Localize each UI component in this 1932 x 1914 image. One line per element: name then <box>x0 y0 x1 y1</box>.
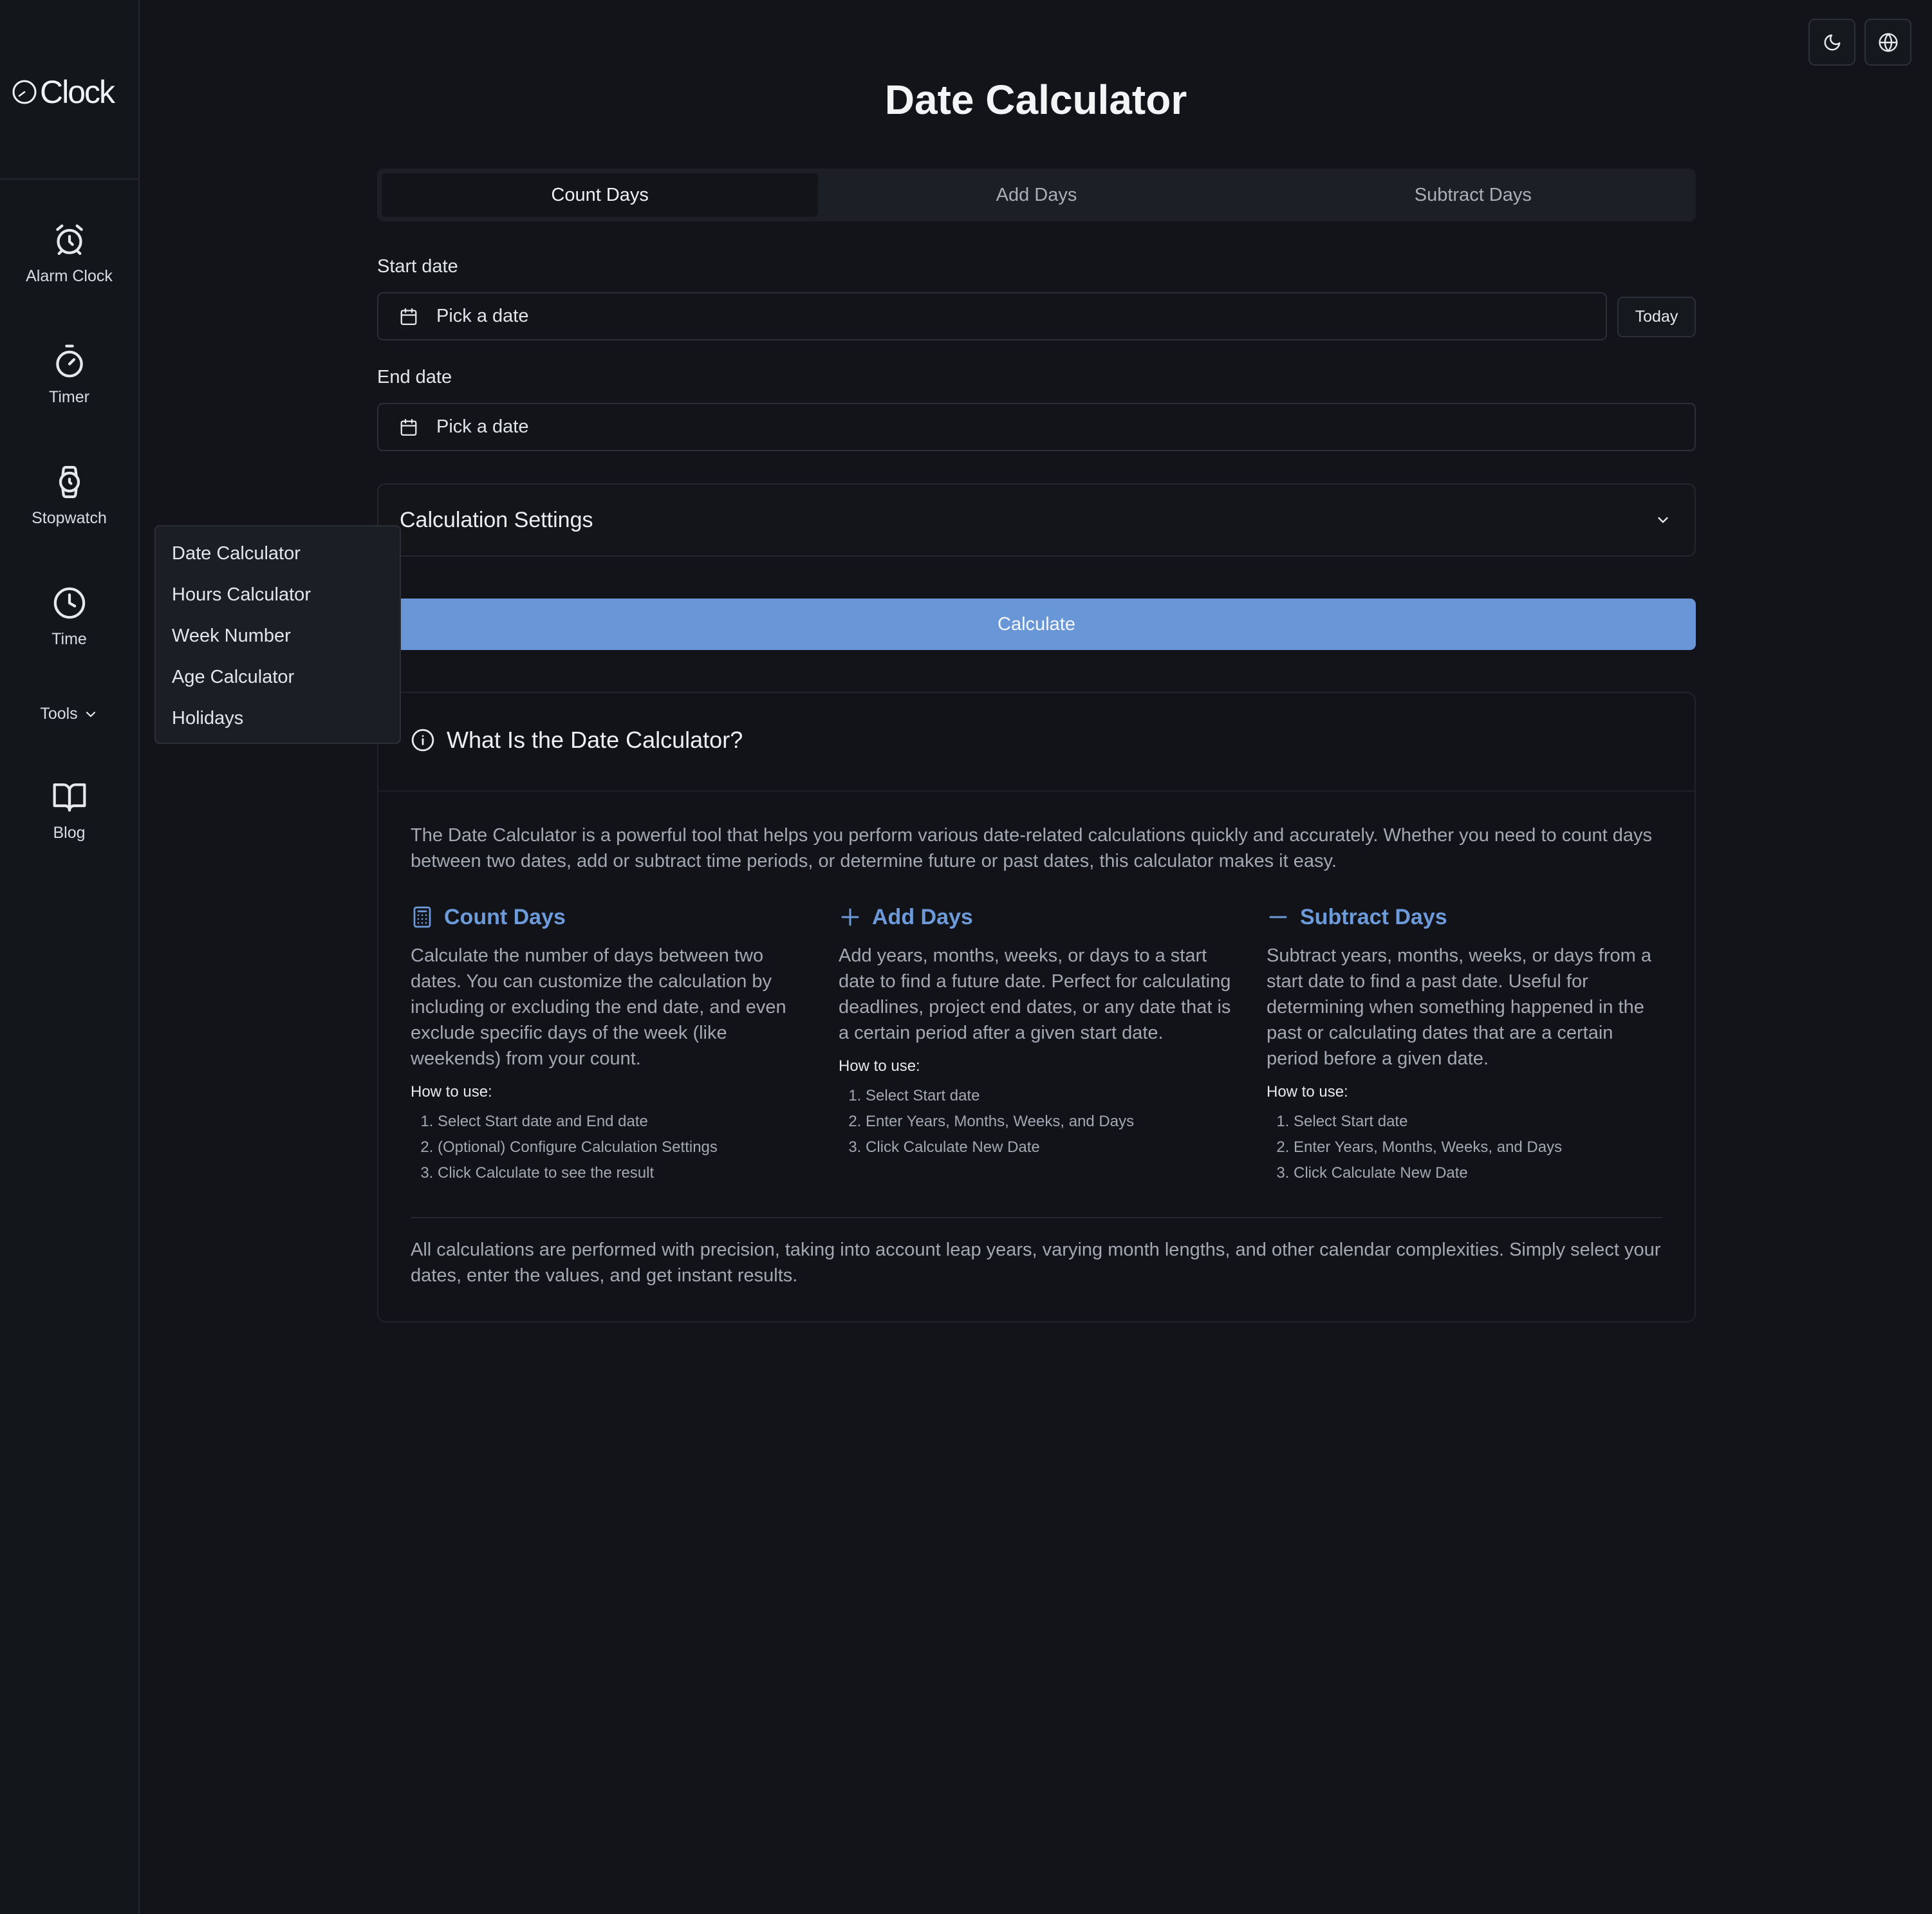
calendar-icon <box>400 418 417 436</box>
info-intro: The Date Calculator is a powerful tool t… <box>411 825 1652 871</box>
book-icon <box>53 783 86 812</box>
steps-list: Select Start date Enter Years, Months, W… <box>839 1083 1238 1160</box>
menu-item-hours-calculator[interactable]: Hours Calculator <box>162 574 393 615</box>
how-to-label: How to use: <box>1267 1083 1348 1101</box>
list-item: Select Start date and End date <box>438 1109 810 1135</box>
column-header: Subtract Days <box>1267 904 1666 930</box>
list-item: (Optional) Configure Calculation Setting… <box>438 1135 810 1160</box>
tabs-bar: Count Days Add Days Subtract Days <box>377 169 1696 221</box>
chevron-down-icon <box>86 711 95 717</box>
sidebar-item-blog[interactable]: Blog <box>0 779 138 842</box>
list-item: Enter Years, Months, Weeks, and Days <box>1294 1135 1666 1160</box>
globe-icon <box>1878 32 1898 52</box>
end-date-input[interactable]: Pick a date <box>377 403 1696 451</box>
start-date-label: Start date <box>377 256 458 277</box>
menu-item-week-number[interactable]: Week Number <box>162 615 393 656</box>
column-description: Calculate the number of days between two… <box>411 945 786 1069</box>
column-title: Subtract Days <box>1300 904 1447 929</box>
list-item: Select Start date <box>1294 1109 1666 1135</box>
column-description: Subtract years, months, weeks, or days f… <box>1267 945 1651 1069</box>
menu-item-holidays[interactable]: Holidays <box>162 698 393 739</box>
menu-item-age-calculator[interactable]: Age Calculator <box>162 656 393 698</box>
calculator-icon <box>413 906 431 928</box>
info-header: What Is the Date Calculator? <box>411 727 743 754</box>
end-date-label: End date <box>377 367 452 387</box>
theme-toggle-button[interactable] <box>1808 19 1855 66</box>
sidebar-item-label: Timer <box>49 388 89 406</box>
tools-dropdown-menu: Date Calculator Hours Calculator Week Nu… <box>154 525 401 744</box>
minus-icon <box>1269 916 1287 918</box>
column-title: Count Days <box>444 904 566 929</box>
list-item: Select Start date <box>866 1083 1238 1109</box>
page-title: Date Calculator <box>884 77 1187 123</box>
how-to-label: How to use: <box>839 1057 920 1075</box>
sidebar-item-timer[interactable]: Timer <box>0 343 138 407</box>
stopwatch-icon <box>59 466 80 498</box>
info-icon <box>411 729 434 752</box>
calculate-button[interactable]: Calculate <box>377 599 1696 650</box>
tab-add-days[interactable]: Add Days <box>818 173 1254 217</box>
info-column-count-days: Count Days Calculate the number of days … <box>411 904 810 1186</box>
today-button[interactable]: Today <box>1617 297 1696 337</box>
start-date-input[interactable]: Pick a date <box>377 292 1607 340</box>
sidebar: Clock Alarm Clock Timer Stopwatch Time T… <box>0 0 140 1914</box>
tools-toggle[interactable]: Tools <box>0 705 138 723</box>
tab-count-days[interactable]: Count Days <box>382 173 819 217</box>
start-date-placeholder: Pick a date <box>436 306 529 326</box>
info-divider <box>378 790 1695 792</box>
sidebar-divider <box>0 178 138 180</box>
timer-icon <box>55 344 83 378</box>
info-card: What Is the Date Calculator? The Date Ca… <box>377 692 1696 1323</box>
column-header: Count Days <box>411 904 810 930</box>
sidebar-item-alarm-clock[interactable]: Alarm Clock <box>0 222 138 286</box>
info-bottom-divider <box>411 1217 1662 1218</box>
info-column-subtract-days: Subtract Days Subtract years, months, we… <box>1267 904 1666 1186</box>
info-column-add-days: Add Days Add years, months, weeks, or da… <box>839 904 1238 1160</box>
steps-list: Select Start date and End date (Optional… <box>411 1109 810 1186</box>
steps-list: Select Start date Enter Years, Months, W… <box>1267 1109 1666 1186</box>
alarm-clock-icon <box>55 224 83 256</box>
info-footer: All calculations are performed with prec… <box>411 1240 1661 1286</box>
sidebar-item-stopwatch[interactable]: Stopwatch <box>0 464 138 528</box>
tab-subtract-days[interactable]: Subtract Days <box>1255 173 1691 217</box>
sidebar-item-label: Blog <box>53 824 86 842</box>
sidebar-item-time[interactable]: Time <box>0 585 138 649</box>
menu-item-date-calculator[interactable]: Date Calculator <box>162 533 393 574</box>
sidebar-item-label: Stopwatch <box>32 509 107 527</box>
logo-text: Clock <box>40 73 115 110</box>
calendar-icon <box>400 308 417 325</box>
column-description: Add years, months, weeks, or days to a s… <box>839 945 1231 1043</box>
end-date-placeholder: Pick a date <box>436 416 529 437</box>
clock-icon <box>53 587 85 619</box>
column-header: Add Days <box>839 904 1238 930</box>
plus-icon <box>841 908 859 926</box>
language-button[interactable] <box>1864 19 1911 66</box>
logo[interactable]: Clock <box>12 71 115 113</box>
sidebar-item-label: Alarm Clock <box>26 267 113 285</box>
clock-logo-icon <box>12 80 37 104</box>
tools-label: Tools <box>40 705 78 723</box>
info-title: What Is the Date Calculator? <box>447 727 743 753</box>
calculation-settings-title: Calculation Settings <box>400 507 593 532</box>
chevron-down-icon <box>1658 517 1668 523</box>
how-to-label: How to use: <box>411 1083 492 1101</box>
list-item: Click Calculate New Date <box>866 1135 1238 1160</box>
list-item: Click Calculate New Date <box>1294 1160 1666 1186</box>
list-item: Enter Years, Months, Weeks, and Days <box>866 1109 1238 1135</box>
column-title: Add Days <box>872 904 973 929</box>
sidebar-item-label: Time <box>51 630 87 648</box>
calculation-settings-accordion[interactable]: Calculation Settings <box>377 483 1696 557</box>
moon-icon <box>1824 34 1840 50</box>
list-item: Click Calculate to see the result <box>438 1160 810 1186</box>
